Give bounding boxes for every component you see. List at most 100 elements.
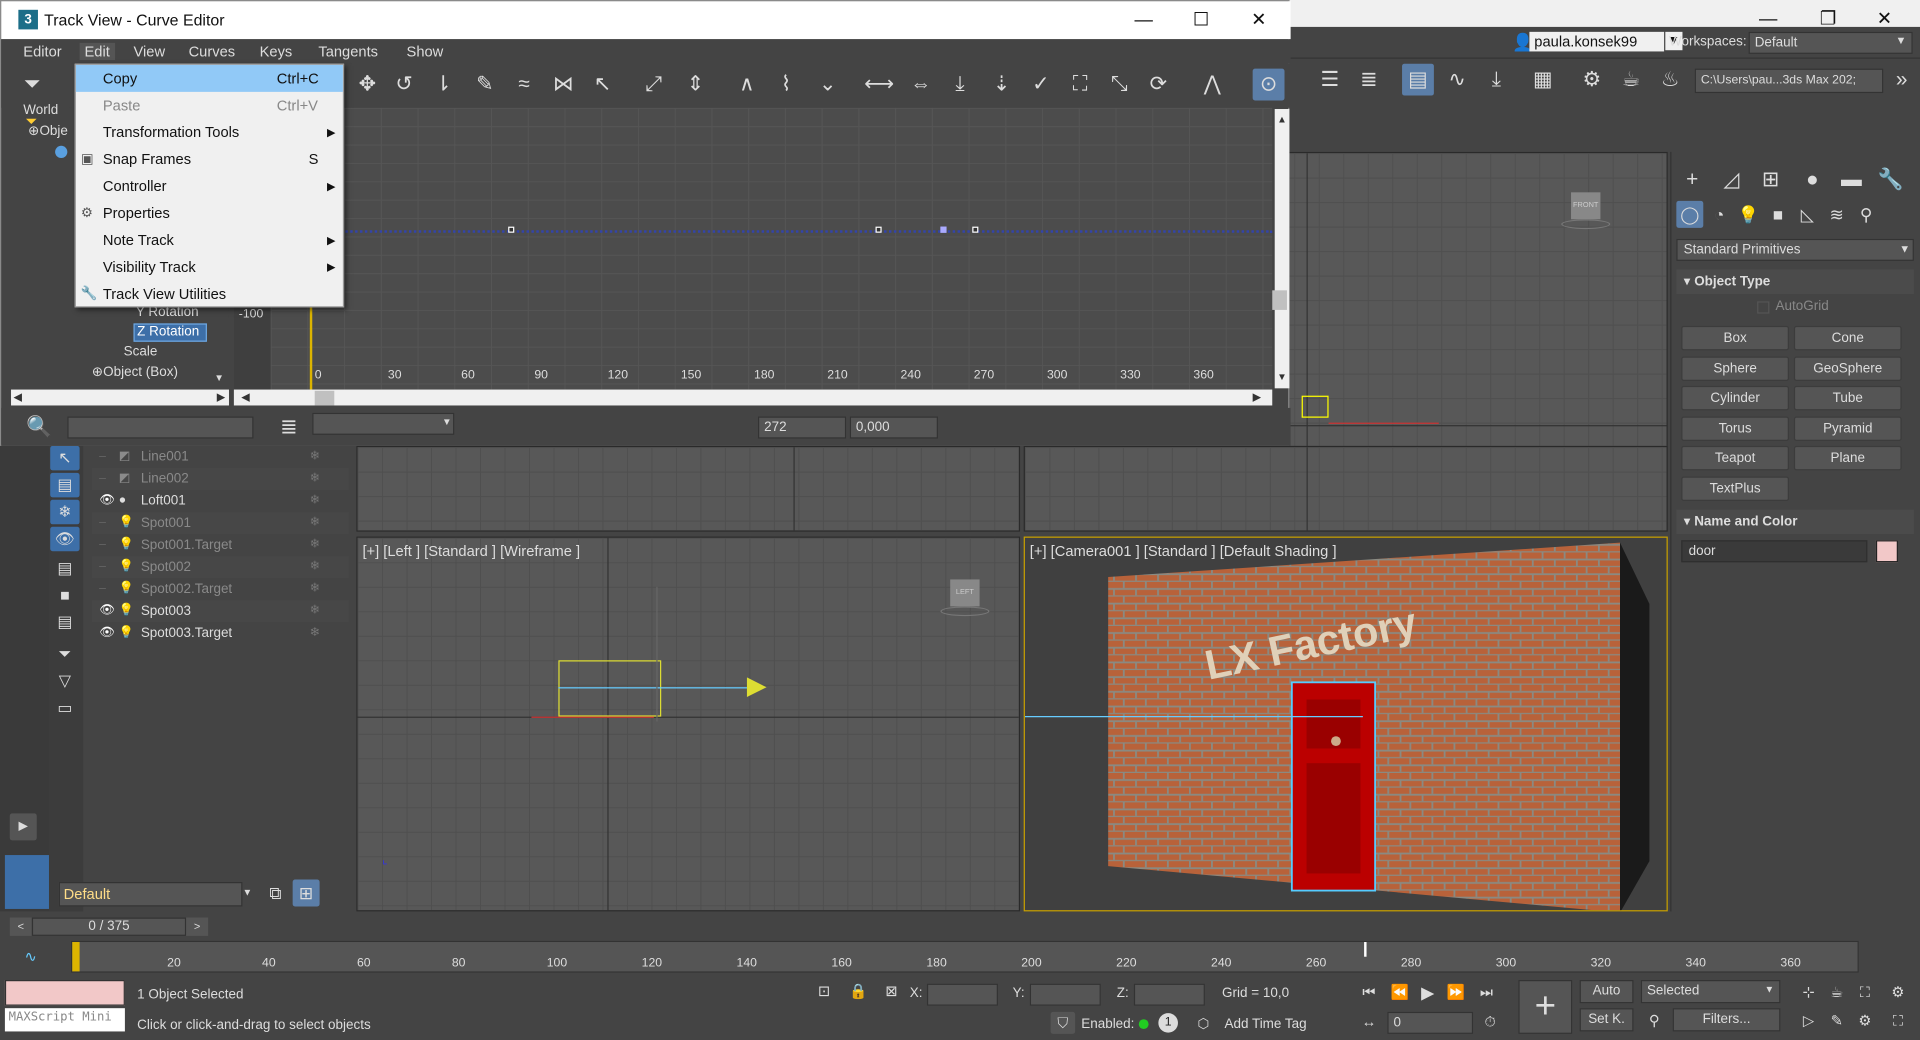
play-icon[interactable]: ▶ <box>1416 980 1440 1005</box>
maxscript-mini-input[interactable]: MAXScript Mini <box>4 1008 125 1032</box>
hierarchy-tab-icon[interactable]: ⊞ <box>1755 164 1787 196</box>
track-view-minimize-button[interactable]: — <box>1116 1 1172 39</box>
sort-by-hierarchy-icon[interactable]: ⊞ <box>292 879 320 907</box>
tree-expand-icon[interactable]: ⊕ <box>92 365 103 380</box>
freeze-icon[interactable]: ❄ <box>310 578 320 600</box>
sort-by-layer-icon[interactable]: ⧉ <box>262 880 289 907</box>
loop-icon[interactable]: ⟳ <box>1142 69 1174 101</box>
primitives-dropdown-arrow-icon[interactable]: ▼ <box>1899 243 1910 255</box>
dope-sheet-icon[interactable]: ⤓ <box>1480 64 1512 96</box>
freeze-icon[interactable]: ❄ <box>310 512 320 534</box>
show-tangents-icon[interactable]: ⊙ <box>1252 68 1285 101</box>
expand-toolbar-icon[interactable]: » <box>1886 64 1918 96</box>
tangent-auto-icon[interactable]: ∧ <box>731 69 763 101</box>
reduce-keys-icon[interactable]: ≈ <box>508 69 540 101</box>
zoom-selected-icon[interactable]: 🔍 <box>23 412 55 444</box>
add-keys-icon[interactable]: ⇂ <box>427 69 459 101</box>
edit-menu-item[interactable]: Visibility Track ▶ <box>76 254 343 281</box>
auto-key-button[interactable]: Auto <box>1579 980 1634 1004</box>
edit-menu-item[interactable]: ▣ Snap Frames S <box>76 146 343 173</box>
material-editor-icon[interactable]: ⚙ <box>1576 64 1608 96</box>
name-and-color-rollout[interactable]: ▾ Name and Color <box>1676 509 1914 535</box>
menu-edit[interactable]: Edit <box>79 42 115 61</box>
layer-dropdown[interactable]: Default <box>58 882 243 907</box>
workspace-dropdown-arrow-icon[interactable]: ▼ <box>1896 34 1907 46</box>
frame-horizontal-icon[interactable]: ⛶ <box>1064 69 1096 101</box>
viewcube-left[interactable]: LEFT <box>950 579 980 607</box>
viewport-left[interactable]: [+] [Left ] [Standard ] [Wireframe ] LEF… <box>356 536 1021 912</box>
time-tag-icon[interactable]: ⬡ <box>1198 1016 1210 1032</box>
time-slider[interactable]: 0 / 375 <box>31 917 187 936</box>
scene-item[interactable]: – 💡 Spot001.Target ❄ <box>92 534 349 556</box>
enabled-indicator[interactable] <box>1138 1019 1149 1029</box>
utilities-tab-icon[interactable]: 🔧 <box>1875 164 1907 196</box>
edit-menu-item[interactable]: Transformation Tools ▶ <box>76 119 343 146</box>
ease-curves-icon[interactable]: ⇣ <box>986 69 1018 101</box>
key-mode-icon[interactable]: ↔ <box>1357 1009 1381 1034</box>
move-keys-icon[interactable]: ✥ <box>351 69 383 101</box>
z-rotation-curve[interactable] <box>233 230 1273 233</box>
curve-vertical-scrollbar[interactable] <box>1274 109 1290 389</box>
select-keys-icon[interactable]: ↖ <box>587 69 619 101</box>
scale-values-icon[interactable]: ⇕ <box>680 69 712 101</box>
pan-view-icon[interactable]: ▷ <box>1796 1008 1820 1033</box>
x-coord-field[interactable] <box>926 983 998 1006</box>
create-tab-icon[interactable]: + <box>1676 164 1708 196</box>
viewport-layout-icon[interactable] <box>4 855 49 909</box>
track-view-close-button[interactable]: ✕ <box>1231 1 1287 39</box>
frame-value-field[interactable]: 272 <box>757 416 847 439</box>
z-coord-field[interactable] <box>1133 983 1205 1006</box>
filters-icon[interactable]: ⏷ <box>16 69 48 101</box>
freeze-icon[interactable]: ❄ <box>310 468 320 490</box>
render-frame-icon[interactable]: ☕ <box>1615 64 1647 96</box>
tangent-fast-icon[interactable]: ⌄ <box>812 69 844 101</box>
draw-curves-icon[interactable]: ✎ <box>469 69 501 101</box>
set-key-button[interactable]: Set K. <box>1579 1008 1634 1032</box>
create-geosphere-button[interactable]: GeoSphere <box>1793 355 1902 381</box>
object-type-rollout[interactable]: ▾ Object Type <box>1676 269 1914 294</box>
current-frame-input[interactable]: 0 <box>1387 1011 1474 1034</box>
scroll-right-icon[interactable]: ▶ <box>1253 391 1261 404</box>
trackbar[interactable]: 0204060801001201401601802002202402602803… <box>71 940 1859 973</box>
tree-z-rotation[interactable]: Z Rotation <box>133 323 207 342</box>
curve-key[interactable] <box>508 226 515 233</box>
scroll-right-icon[interactable]: ▶ <box>217 391 225 404</box>
y-coord-field[interactable] <box>1029 983 1101 1006</box>
project-path-field[interactable]: C:\Users\pau...3ds Max 202; <box>1694 68 1884 94</box>
maxscript-listener-pink[interactable] <box>4 980 125 1006</box>
previous-frame-icon[interactable]: ⏪ <box>1387 980 1411 1005</box>
geometry-category-icon[interactable]: ◯ <box>1676 200 1704 228</box>
shapes-category-icon[interactable]: ◔ <box>1706 201 1733 228</box>
track-list-icon[interactable]: ≣ <box>273 412 305 444</box>
tree-expand-icon[interactable]: ⊕ <box>28 124 39 139</box>
track-set-dropdown[interactable] <box>312 412 455 435</box>
primitives-dropdown[interactable]: Standard Primitives <box>1676 238 1914 261</box>
curve-graph[interactable]: -100 0 30 60 90 120 150 180 210 240 270 300 330 360 <box>233 107 1273 390</box>
create-sphere-button[interactable]: Sphere <box>1681 355 1789 381</box>
enabled-count-badge[interactable]: 1 <box>1158 1013 1178 1033</box>
edit-menu-item[interactable]: Note Track ▶ <box>76 227 343 254</box>
adaptive-degradation-icon[interactable]: ⛉ <box>1050 1011 1076 1034</box>
menu-editor[interactable]: Editor <box>23 43 61 60</box>
viewport-top[interactable] <box>356 445 1021 532</box>
render-teapot-icon[interactable]: ♨ <box>1654 64 1686 96</box>
object-name-input[interactable]: door <box>1681 540 1868 563</box>
visibility-eye-icon[interactable]: 👁 <box>99 600 115 622</box>
visibility-eye-icon[interactable]: – <box>99 578 106 600</box>
scene-item[interactable]: 👁 💡 Spot003.Target ❄ <box>92 622 349 644</box>
key-tangent-icon[interactable]: ⚲ <box>1641 1008 1668 1033</box>
isolate-selection-icon[interactable]: ⊡ <box>813 980 835 1002</box>
create-tube-button[interactable]: Tube <box>1793 385 1902 411</box>
freeze-icon[interactable]: ❄ <box>310 622 320 644</box>
track-search-input[interactable] <box>67 416 254 439</box>
scene-item[interactable]: – 💡 Spot002.Target ❄ <box>92 578 349 600</box>
tree-object-box[interactable]: ⊕Object (Box) <box>92 364 178 380</box>
lock-tangents-icon[interactable]: ⤓ <box>944 69 976 101</box>
create-cone-button[interactable]: Cone <box>1793 325 1902 351</box>
curve-horizontal-scrollbar[interactable] <box>233 389 1273 406</box>
schematic-view-icon[interactable]: ▦ <box>1527 64 1559 96</box>
curve-key-selected[interactable] <box>940 226 947 233</box>
absolute-mode-icon[interactable]: ⊠ <box>880 980 902 1002</box>
menu-curves[interactable]: Curves <box>189 43 236 60</box>
freeze-icon[interactable]: ❄ <box>310 446 320 468</box>
